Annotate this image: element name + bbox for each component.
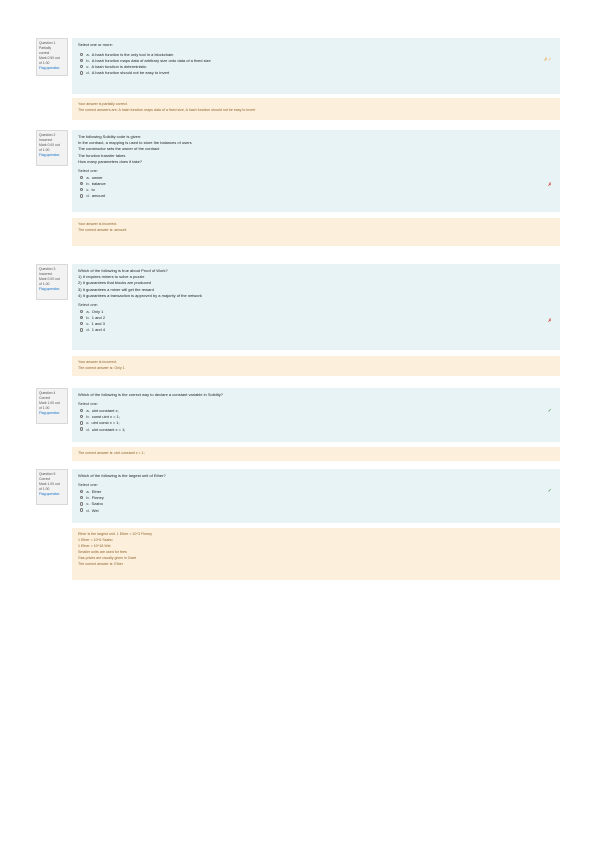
- question-info: Question 3 Incorrect Mark 0.00 out of 1.…: [36, 264, 68, 300]
- radio-button[interactable]: [80, 408, 84, 413]
- radio-button[interactable]: [80, 194, 84, 198]
- incorrect-mark-icon: ✗: [547, 182, 552, 188]
- radio-button[interactable]: [80, 181, 84, 186]
- radio-button[interactable]: [80, 309, 84, 313]
- question-info: Question 1 Partially correct Mark 0.50 o…: [36, 38, 68, 76]
- answer-option[interactable]: d. 1 and 4: [78, 327, 554, 333]
- feedback: Your answer is incorrect. The correct an…: [72, 218, 560, 246]
- radio-button[interactable]: [80, 421, 84, 425]
- question-text: Which of the following is the largest un…: [78, 473, 166, 478]
- question-content: Which of the following is true about Pro…: [72, 264, 560, 350]
- question-info: Question 2 Incorrect Mark 0.00 out of 1.…: [36, 130, 68, 166]
- flag-question-link[interactable]: Flag question: [39, 153, 65, 158]
- checkbox[interactable]: [80, 58, 84, 63]
- question-content: The following Solidity code is given: In…: [72, 130, 560, 212]
- radio-button[interactable]: [80, 315, 84, 320]
- question-text: Select one or more:: [78, 42, 113, 47]
- feedback: Your answer is incorrect. The correct an…: [72, 356, 560, 376]
- feedback: The correct answer is: uint constant x =…: [72, 447, 560, 461]
- flag-question-link[interactable]: Flag question: [39, 492, 65, 497]
- correct-mark-icon: ✓: [547, 408, 552, 414]
- answer-option[interactable]: d. Wei: [78, 507, 554, 513]
- flag-question-link[interactable]: Flag question: [39, 66, 65, 71]
- partial-mark-icon: ✗✓: [543, 57, 552, 63]
- question-content: Which of the following is the largest un…: [72, 469, 560, 523]
- radio-button[interactable]: [80, 508, 84, 512]
- radio-button[interactable]: [80, 427, 84, 431]
- radio-button[interactable]: [80, 495, 84, 500]
- question-text: How many parameters does it take?: [78, 158, 143, 164]
- radio-button[interactable]: [80, 187, 84, 192]
- question-text: Which of the following is the correct wa…: [78, 392, 223, 397]
- radio-button[interactable]: [80, 502, 84, 506]
- feedback: Ether is the largest unit. 1 Ether = 10^…: [72, 528, 560, 580]
- correct-mark-icon: ✓: [547, 488, 552, 494]
- feedback: Your answer is partially correct. The co…: [72, 98, 560, 120]
- radio-button[interactable]: [80, 321, 84, 326]
- question-info: Question 5 Correct Mark 1.00 out of 1.00…: [36, 469, 68, 505]
- radio-button[interactable]: [80, 414, 84, 419]
- answer-option[interactable]: d. A hash function should not be easy to …: [78, 70, 554, 76]
- radio-button[interactable]: [80, 328, 84, 332]
- checkbox[interactable]: [80, 64, 84, 69]
- question-text: 4) It guarantees a transaction is approv…: [78, 292, 202, 298]
- answer-option[interactable]: d. uint constant x = 1;: [78, 426, 554, 432]
- answer-option[interactable]: d. amount: [78, 193, 554, 199]
- checkbox[interactable]: [80, 71, 84, 75]
- radio-button[interactable]: [80, 489, 84, 494]
- question-content: Select one or more: a. A hash function is…: [72, 38, 560, 94]
- flag-question-link[interactable]: Flag question: [39, 411, 65, 416]
- radio-button[interactable]: [80, 175, 84, 179]
- question-content: Which of the following is the correct wa…: [72, 388, 560, 442]
- question-info: Question 4 Correct Mark 1.00 out of 1.00…: [36, 388, 68, 424]
- checkbox[interactable]: [80, 52, 84, 56]
- flag-question-link[interactable]: Flag question: [39, 287, 65, 292]
- incorrect-mark-icon: ✗: [547, 318, 552, 324]
